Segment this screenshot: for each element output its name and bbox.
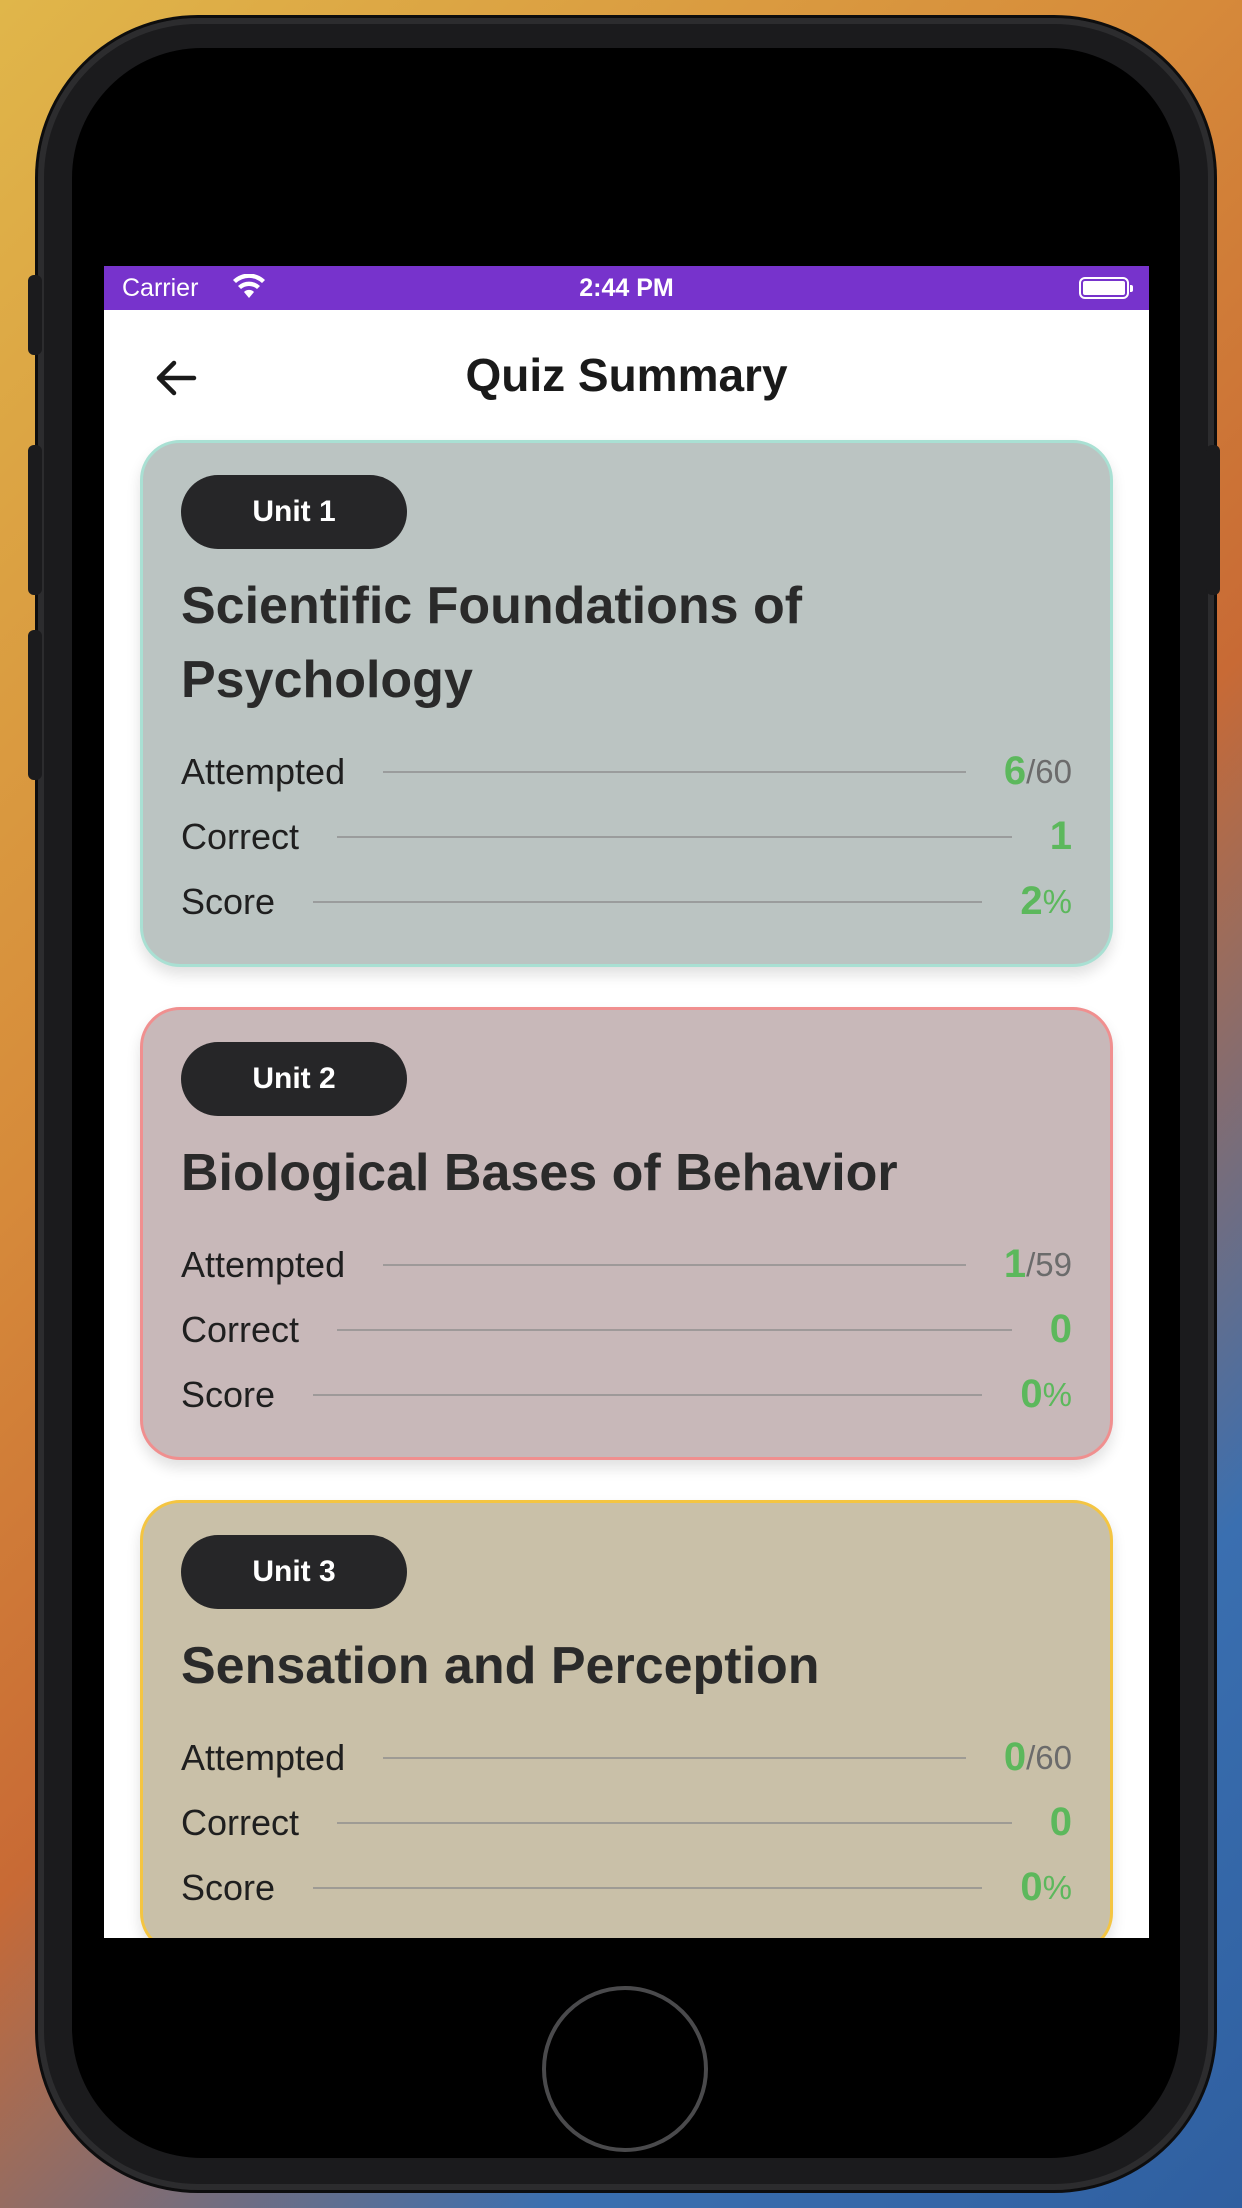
- divider-line: [383, 1756, 966, 1759]
- correct-row: Correct 0: [181, 1790, 1072, 1855]
- divider-line: [313, 1886, 983, 1889]
- unit-badge: Unit 3: [181, 1535, 407, 1609]
- attempted-label: Attempted: [181, 1243, 346, 1285]
- unit-card[interactable]: Unit 2 Biological Bases of Behavior Atte…: [140, 1007, 1113, 1460]
- score-label: Score: [181, 1373, 276, 1415]
- divider-line: [383, 770, 966, 773]
- score-row: Score 0%: [181, 1855, 1072, 1920]
- unit-list: Unit 1 Scientific Foundations of Psychol…: [104, 440, 1149, 1938]
- volume-up-button: [28, 445, 42, 595]
- attempted-row: Attempted 0/60: [181, 1725, 1072, 1790]
- score-label: Score: [181, 1866, 276, 1908]
- correct-value: 0: [1049, 1800, 1072, 1844]
- correct-value: 0: [1049, 1307, 1072, 1351]
- mute-switch: [28, 275, 42, 355]
- divider-line: [383, 1263, 966, 1266]
- attempted-total: /60: [1026, 752, 1072, 790]
- divider-line: [313, 900, 983, 903]
- divider-line: [313, 1393, 983, 1396]
- correct-row: Correct 0: [181, 1297, 1072, 1362]
- divider-line: [337, 1328, 1012, 1331]
- attempted-label: Attempted: [181, 750, 346, 792]
- unit-card[interactable]: Unit 1 Scientific Foundations of Psychol…: [140, 440, 1113, 967]
- nav-bar: Quiz Summary: [104, 310, 1149, 440]
- score-unit: %: [1042, 1868, 1072, 1906]
- status-time: 2:44 PM: [579, 274, 674, 302]
- status-bar: Carrier 2:44 PM: [104, 266, 1149, 310]
- volume-down-button: [28, 630, 42, 780]
- score-row: Score 2%: [181, 869, 1072, 934]
- unit-badge: Unit 1: [181, 475, 407, 549]
- attempted-row: Attempted 1/59: [181, 1232, 1072, 1297]
- page-title: Quiz Summary: [465, 349, 788, 401]
- correct-label: Correct: [181, 1308, 300, 1350]
- score-unit: %: [1042, 1375, 1072, 1413]
- attempted-label: Attempted: [181, 1736, 346, 1778]
- attempted-row: Attempted 6/60: [181, 739, 1072, 804]
- battery-icon: [1079, 277, 1133, 299]
- power-button: [1206, 445, 1220, 595]
- correct-label: Correct: [181, 1801, 300, 1843]
- correct-value: 1: [1049, 814, 1072, 858]
- score-value: 0: [1020, 1372, 1043, 1416]
- unit-title: Sensation and Perception: [181, 1637, 820, 1695]
- score-row: Score 0%: [181, 1362, 1072, 1427]
- score-unit: %: [1042, 882, 1072, 920]
- unit-card[interactable]: Unit 3 Sensation and Perception Attempte…: [140, 1500, 1113, 1938]
- attempted-total: /60: [1026, 1738, 1072, 1776]
- attempted-value: 6: [1003, 749, 1027, 793]
- attempted-total: /59: [1026, 1245, 1072, 1283]
- unit-title: Scientific Foundations of Psychology: [181, 577, 803, 709]
- attempted-value: 0: [1003, 1735, 1027, 1779]
- home-button[interactable]: [542, 1986, 708, 2152]
- score-value: 0: [1020, 1865, 1043, 1909]
- correct-row: Correct 1: [181, 804, 1072, 869]
- unit-badge: Unit 2: [181, 1042, 407, 1116]
- divider-line: [337, 1821, 1012, 1824]
- app-screen: Carrier 2:44 PM Quiz Summary Unit 1 Scie…: [104, 266, 1149, 1938]
- score-label: Score: [181, 880, 276, 922]
- unit-title: Biological Bases of Behavior: [181, 1144, 898, 1202]
- divider-line: [337, 835, 1012, 838]
- score-value: 2: [1020, 879, 1043, 923]
- attempted-value: 1: [1003, 1242, 1027, 1286]
- correct-label: Correct: [181, 815, 300, 857]
